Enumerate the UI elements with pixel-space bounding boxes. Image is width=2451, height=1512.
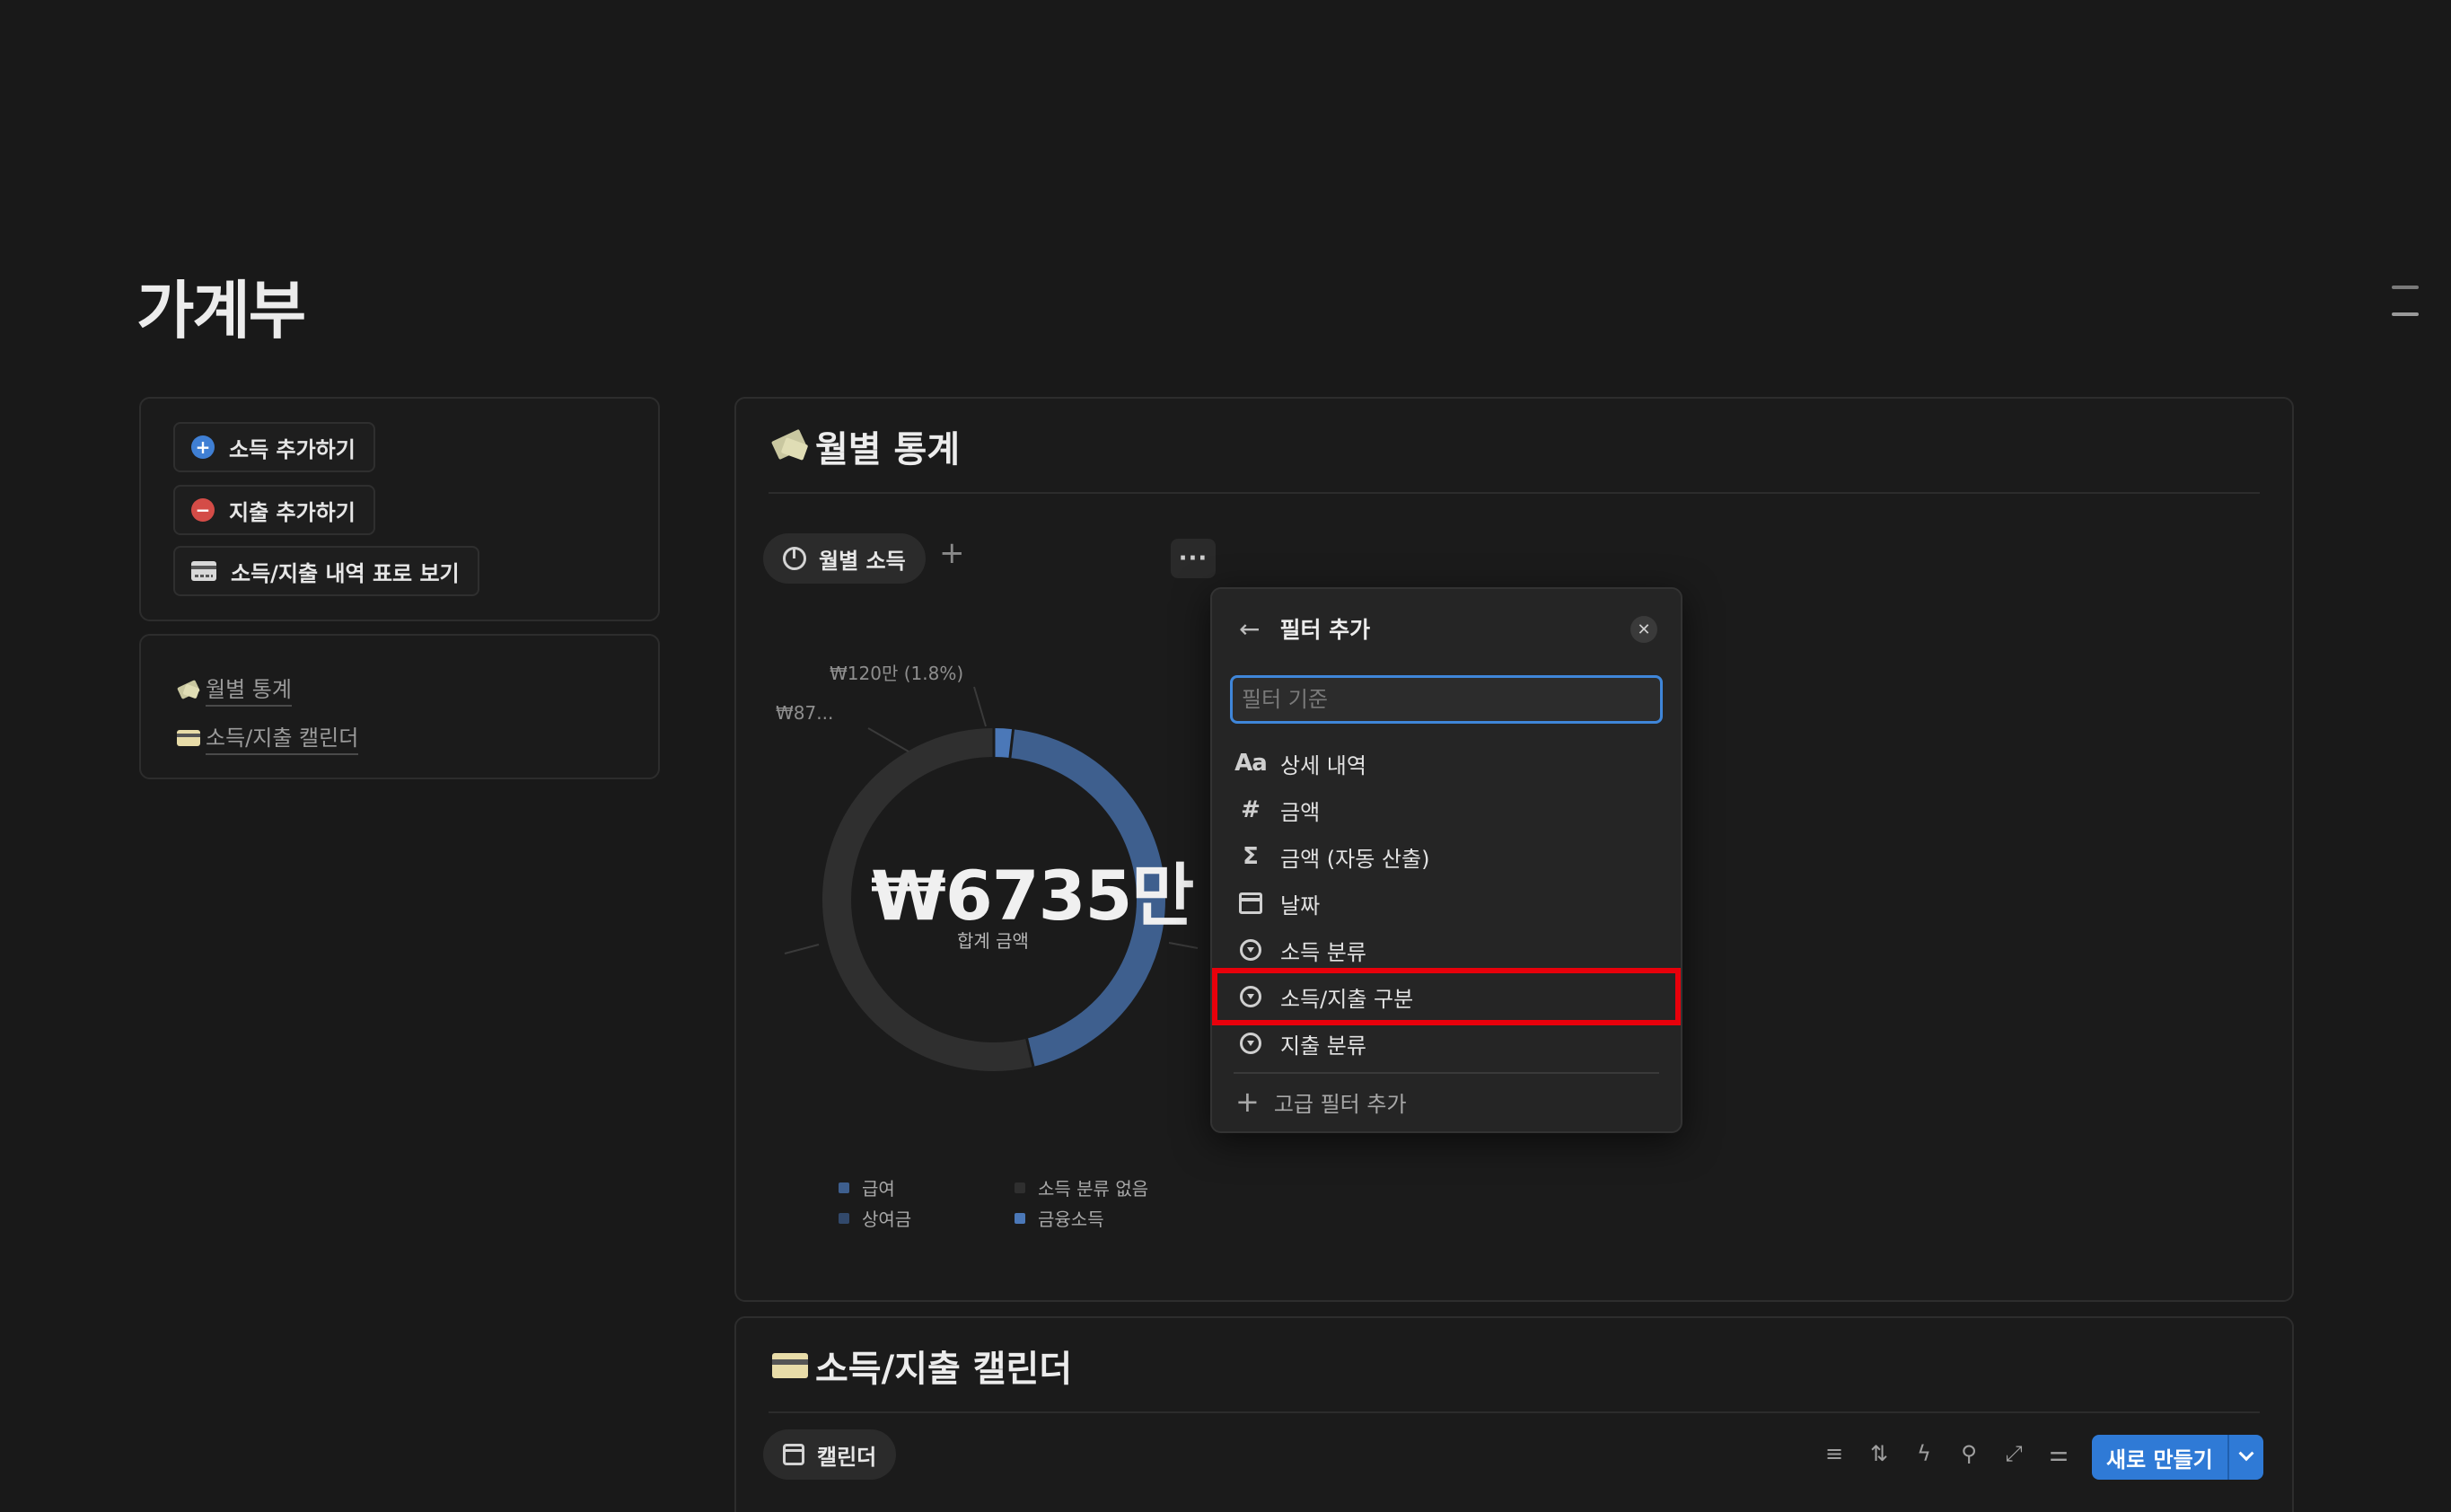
legend-label: 소득 분류 없음	[1038, 1178, 1149, 1200]
add-advanced-filter-label: 고급 필터 추가	[1273, 1091, 1407, 1117]
leader-line-1	[867, 727, 909, 752]
view-table-label: 소득/지출 내역 표로 보기	[231, 560, 460, 586]
filter-option-date[interactable]: 날짜	[1212, 880, 1681, 927]
formula-property-icon: Σ	[1243, 843, 1259, 870]
credit-card-icon	[772, 1353, 808, 1378]
new-button-label: 새로 만들기	[2106, 1446, 2213, 1472]
add-advanced-filter-button[interactable]: + 고급 필터 추가	[1235, 1085, 1407, 1119]
tab-calendar-label: 캘린더	[817, 1444, 877, 1470]
table-of-contents-icon[interactable]	[2392, 286, 2419, 318]
link-monthly-stats-label: 월별 통계	[206, 672, 292, 707]
legend-swatch	[1015, 1212, 1025, 1224]
popover-header: ← 필터 추가	[1239, 612, 1370, 645]
leader-line-2	[784, 944, 820, 954]
legend-item-salary: 급여	[839, 1174, 895, 1200]
legend-item-uncategorized: 소득 분류 없음	[1015, 1174, 1148, 1200]
new-button[interactable]: 새로 만들기	[2092, 1435, 2263, 1480]
legend-label: 급여	[862, 1178, 895, 1200]
credit-card-icon	[191, 561, 216, 581]
link-calendar-label: 소득/지출 캘린더	[206, 720, 359, 755]
filter-option-label: 금액 (자동 산출)	[1280, 846, 1430, 872]
leader-line-0	[973, 686, 987, 727]
date-property-icon	[1237, 892, 1264, 914]
text-property-icon: Aa	[1234, 750, 1268, 777]
back-arrow-icon[interactable]: ←	[1239, 614, 1260, 644]
link-calendar[interactable]: 소득/지출 캘린더	[177, 720, 359, 755]
view-table-button[interactable]: 소득/지출 내역 표로 보기	[173, 546, 479, 596]
popover-title: 필터 추가	[1279, 617, 1371, 643]
filter-option-label: 소득 분류	[1280, 939, 1366, 965]
legend-swatch	[839, 1182, 849, 1193]
legend-item-financial: 금융소득	[1015, 1205, 1104, 1231]
page-links-card: 월별 통계 소득/지출 캘린더	[139, 634, 660, 779]
legend-item-bonus: 상여금	[839, 1205, 911, 1231]
legend-label: 금융소득	[1038, 1209, 1104, 1230]
add-income-button[interactable]: + 소득 추가하기	[173, 422, 375, 472]
calendar-card: 소득/지출 캘린더 캘린더 ≡ ⇅ ϟ ⚲ ⤢ ⚌ 새로 만들기	[734, 1316, 2294, 1512]
search-icon[interactable]: ⚲	[1955, 1440, 1982, 1467]
calendar-icon	[783, 1444, 804, 1465]
expand-icon[interactable]: ⤢	[2000, 1440, 2027, 1467]
slice-label-financial: ₩120만 (1.8%)	[830, 663, 964, 684]
add-expense-button[interactable]: − 지출 추가하기	[173, 485, 375, 535]
legend-label: 상여금	[862, 1209, 912, 1230]
select-property-icon	[1237, 1033, 1264, 1054]
donut-total-value: ₩6735만	[871, 856, 1194, 936]
plus-circle-icon: +	[191, 435, 215, 459]
minus-circle-icon: −	[191, 498, 215, 522]
new-button-dropdown[interactable]	[2227, 1435, 2263, 1480]
page-title: 가계부	[136, 274, 306, 347]
number-property-icon: #	[1241, 796, 1261, 823]
plus-icon: +	[1235, 1085, 1260, 1119]
link-monthly-stats[interactable]: 월별 통계	[177, 672, 292, 707]
settings-icon[interactable]: ⚌	[2045, 1440, 2072, 1467]
filter-option-detail[interactable]: Aa 상세 내역	[1212, 740, 1681, 787]
filter-option-income-category[interactable]: 소득 분류	[1212, 927, 1681, 973]
legend-swatch	[1015, 1182, 1025, 1193]
filter-option-expense-category[interactable]: 지출 분류	[1212, 1020, 1681, 1067]
add-filter-popover: ← 필터 추가 ✕ Aa 상세 내역 # 금액 Σ 금액 (자동 산출) 날짜 …	[1210, 587, 1682, 1133]
slice-label-salary: ₩87...	[776, 702, 834, 724]
tab-calendar[interactable]: 캘린더	[763, 1429, 897, 1480]
legend-swatch	[839, 1212, 849, 1224]
divider	[1234, 1072, 1659, 1074]
credit-card-icon	[177, 729, 200, 746]
chevron-down-icon	[2238, 1446, 2254, 1462]
select-property-icon	[1237, 939, 1264, 961]
filter-option-label: 금액	[1280, 799, 1321, 825]
highlight-box	[1212, 968, 1681, 1025]
calendar-title-text: 소득/지출 캘린더	[815, 1349, 1073, 1390]
close-icon[interactable]: ✕	[1630, 616, 1657, 643]
filter-search-input[interactable]	[1230, 675, 1663, 724]
add-expense-label: 지출 추가하기	[229, 499, 356, 525]
filter-option-label: 상세 내역	[1280, 752, 1366, 778]
filter-option-label: 지출 분류	[1280, 1033, 1366, 1059]
sort-icon[interactable]: ⇅	[1866, 1440, 1893, 1467]
action-buttons-card: + 소득 추가하기 − 지출 추가하기 소득/지출 내역 표로 보기	[139, 397, 660, 621]
filter-option-amount-auto[interactable]: Σ 금액 (자동 산출)	[1212, 833, 1681, 880]
filter-icon[interactable]: ≡	[1821, 1440, 1848, 1467]
leader-line-3	[1168, 942, 1199, 949]
automation-icon[interactable]: ϟ	[1911, 1440, 1937, 1467]
donut-total-caption: 합계 금액	[957, 930, 1029, 952]
filter-option-label: 날짜	[1280, 892, 1321, 919]
calendar-title: 소득/지출 캘린더	[772, 1340, 1072, 1392]
divider	[769, 1411, 2260, 1413]
add-income-label: 소득 추가하기	[229, 436, 356, 462]
filter-option-amount[interactable]: # 금액	[1212, 787, 1681, 833]
money-wings-icon	[177, 681, 200, 699]
